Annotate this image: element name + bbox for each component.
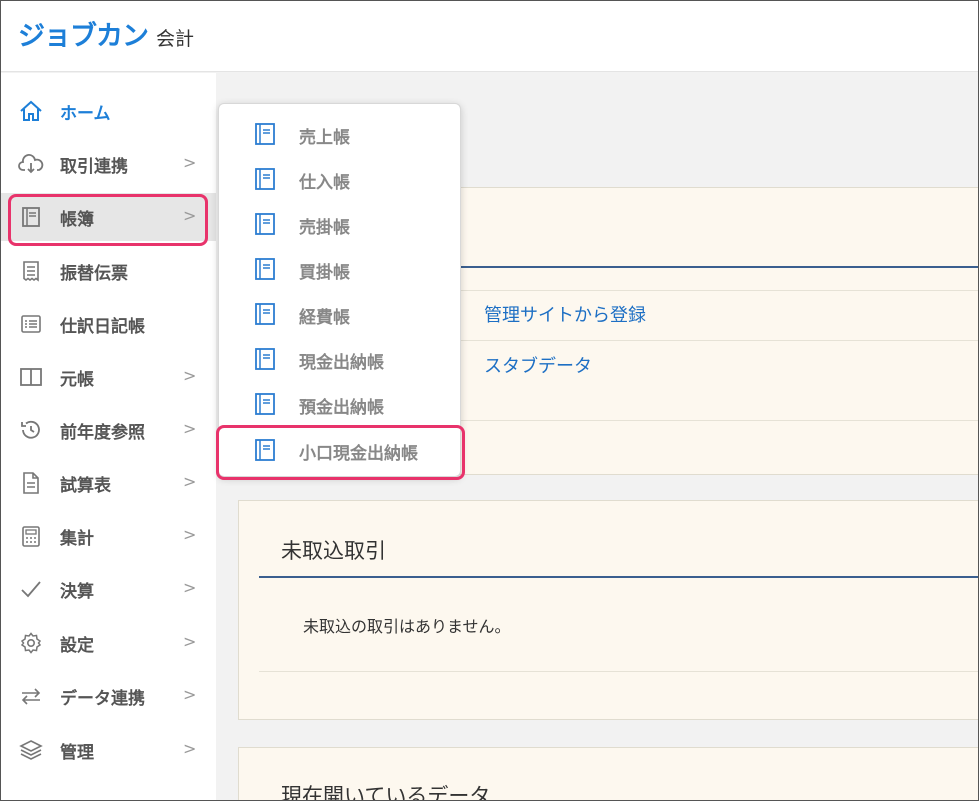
link-stub-data[interactable]: スタブデータ [484, 352, 592, 378]
ledger-book-icon [252, 211, 278, 237]
swap-arrows-icon [18, 684, 44, 708]
sidebar-item-home[interactable]: ホーム [0, 87, 216, 135]
submenu-item-label: 売掛帳 [299, 218, 350, 238]
logo-sub-text: 会計 [156, 28, 195, 50]
check-icon [18, 577, 44, 601]
empty-message: 未取込の取引はありません。 [303, 617, 511, 636]
chevron-right-icon: > [183, 739, 197, 758]
submenu-item-label: 売上帳 [299, 128, 350, 148]
chevron-right-icon: > [183, 578, 197, 597]
card-current-data: 現在開いているデータ [238, 747, 979, 801]
chevron-right-icon: > [183, 472, 197, 491]
sidebar-item-torihiki-renkei[interactable]: 取引連携 > [0, 140, 216, 188]
sidebar-item-label: データ連携 [60, 689, 145, 709]
ledger-book-icon [252, 166, 278, 192]
ledger-book-icon [252, 437, 278, 463]
submenu-item-label: 買掛帳 [299, 263, 350, 283]
columns-icon [18, 365, 44, 389]
chevron-right-icon: > [183, 366, 197, 385]
chevron-right-icon: > [183, 153, 197, 172]
submenu-item-genkin-suitocho[interactable]: 現金出納帳 [219, 338, 462, 378]
history-icon [18, 418, 44, 442]
sidebar-item-label: 設定 [60, 636, 94, 656]
sidebar-item-zennendo-sansho[interactable]: 前年度参照 > [0, 406, 216, 454]
sidebar-item-label: 決算 [60, 582, 94, 602]
submenu-item-shiirecho[interactable]: 仕入帳 [219, 158, 462, 198]
sidebar-item-kanri[interactable]: 管理 > [0, 726, 216, 774]
submenu-item-kaikakecho[interactable]: 買掛帳 [219, 248, 462, 288]
sidebar-item-settei[interactable]: 設定 > [0, 619, 216, 667]
sidebar-item-label: 振替伝票 [60, 264, 128, 284]
chevron-right-icon: > [183, 632, 197, 651]
calculator-icon [18, 524, 44, 548]
ledger-book-icon [252, 301, 278, 327]
chevron-right-icon: > [183, 525, 197, 544]
home-icon [18, 99, 44, 123]
submenu-item-label: 経費帳 [299, 308, 350, 328]
card-title: 現在開いているデータ [281, 784, 491, 801]
logo-main-text: ジョブカン [18, 21, 149, 52]
sidebar-item-label: 集計 [60, 529, 94, 549]
submenu-item-label: 仕入帳 [299, 173, 350, 193]
sidebar-item-shiwake-nikkicho[interactable]: 仕訳日記帳 [0, 300, 216, 348]
sidebar-item-shukei[interactable]: 集計 > [0, 512, 216, 560]
sidebar-item-label: 元帳 [60, 370, 94, 390]
gear-icon [18, 631, 44, 655]
submenu-item-urikakecho[interactable]: 売掛帳 [219, 203, 462, 243]
submenu-item-uriagecho[interactable]: 売上帳 [219, 113, 462, 153]
chevron-right-icon: > [183, 685, 197, 704]
app-header: ジョブカン 会計 [0, 0, 979, 72]
chobo-submenu: 売上帳 仕入帳 売掛帳 買掛帳 経費帳 現金出納帳 預金出納帳 小口現金出納帳 [218, 103, 461, 477]
ledger-book-icon [252, 346, 278, 372]
cloud-download-icon [18, 152, 44, 176]
submenu-item-label: 小口現金出納帳 [299, 444, 418, 464]
sidebar-item-label: 帳簿 [60, 210, 94, 230]
layers-icon [18, 738, 44, 762]
sidebar-item-label: 管理 [60, 743, 94, 763]
sidebar-item-label: 取引連携 [60, 157, 128, 177]
chevron-right-icon: > [183, 419, 197, 438]
document-icon [18, 471, 44, 495]
sidebar-item-furikae-denpyo[interactable]: 振替伝票 [0, 247, 216, 295]
receipt-icon [18, 259, 44, 283]
row-divider [259, 671, 979, 672]
sidebar: ホーム 取引連携 > 帳簿 > 振替伝票 仕訳日記帳 元帳 > 前年度参照 > … [0, 73, 216, 801]
card-title-rule [259, 576, 979, 578]
book-icon [18, 205, 44, 229]
ledger-book-icon [252, 121, 278, 147]
card-mitorikomi-torihiki: 未取込取引 未取込の取引はありません。 [238, 500, 979, 720]
submenu-item-label: 現金出納帳 [299, 353, 384, 373]
submenu-item-keihicho[interactable]: 経費帳 [219, 293, 462, 333]
list-icon [18, 312, 44, 336]
sidebar-item-label: 仕訳日記帳 [60, 317, 145, 337]
submenu-item-label: 預金出納帳 [299, 398, 384, 418]
chevron-right-icon: > [183, 206, 197, 225]
card-title: 未取込取引 [281, 539, 386, 563]
ledger-book-icon [252, 391, 278, 417]
ledger-book-icon [252, 256, 278, 282]
sidebar-item-shisanhyo[interactable]: 試算表 > [0, 459, 216, 507]
app-logo[interactable]: ジョブカン 会計 [18, 14, 194, 53]
sidebar-item-data-renkei[interactable]: データ連携 > [0, 672, 216, 720]
sidebar-item-label: 試算表 [60, 476, 111, 496]
sidebar-item-chobo[interactable]: 帳簿 > [0, 193, 216, 241]
sidebar-item-kessan[interactable]: 決算 > [0, 565, 216, 613]
submenu-item-yokin-suitocho[interactable]: 預金出納帳 [219, 383, 462, 423]
sidebar-item-label: 前年度参照 [60, 423, 145, 443]
submenu-item-koguchi-genkin-suitocho[interactable]: 小口現金出納帳 [219, 429, 462, 469]
sidebar-item-motocho[interactable]: 元帳 > [0, 353, 216, 401]
sidebar-item-label: ホーム [60, 104, 111, 124]
link-kanri-site-toroku[interactable]: 管理サイトから登録 [484, 301, 646, 327]
